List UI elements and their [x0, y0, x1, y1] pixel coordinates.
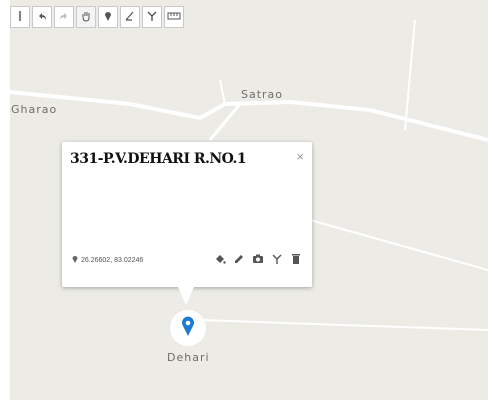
measure-button[interactable]: [164, 6, 184, 28]
popup-tail: [178, 287, 194, 305]
coordinates: 26.26602, 83.02246: [72, 255, 143, 265]
marker-icon: [103, 10, 113, 25]
place-label-gharao: Gharao: [11, 103, 58, 116]
location-marker[interactable]: [170, 310, 206, 346]
undo-icon: [36, 10, 48, 25]
coordinates-text: 26.26602, 83.02246: [81, 256, 144, 264]
road-4: [404, 19, 416, 131]
redo-button[interactable]: [54, 6, 74, 28]
map-toolbar: [10, 6, 184, 32]
popup-actions: [214, 252, 302, 270]
undo-button[interactable]: [32, 6, 52, 28]
place-label-satrao: Satrao: [241, 88, 284, 101]
delete-button[interactable]: [290, 252, 302, 270]
fill-color-button[interactable]: [214, 255, 226, 267]
map-pin-icon: [181, 316, 195, 341]
road-3: [219, 79, 226, 105]
info-popup: 331-P.V.DEHARI R.NO.1 × 26.26602, 83.022…: [62, 142, 312, 287]
route-icon: [271, 252, 283, 270]
location-pin-icon: [72, 255, 78, 265]
trash-icon: [291, 252, 301, 270]
route-icon: [146, 10, 158, 25]
add-route-button[interactable]: [142, 6, 162, 28]
popup-title: 331-P.V.DEHARI R.NO.1: [70, 151, 247, 167]
paint-bucket-icon: [214, 252, 226, 270]
redo-icon: [58, 10, 70, 25]
pencil-icon: [233, 252, 245, 270]
pan-left-button[interactable]: [10, 6, 30, 28]
place-label-dehari: Dehari: [167, 351, 210, 364]
add-marker-button[interactable]: [98, 6, 118, 28]
draw-icon: [124, 10, 136, 25]
road-6: [199, 319, 488, 331]
hand-pan-button[interactable]: [76, 6, 96, 28]
route-button[interactable]: [271, 252, 283, 270]
camera-button[interactable]: [252, 252, 264, 270]
edit-button[interactable]: [233, 255, 245, 267]
ruler-icon: [167, 10, 181, 24]
pan-left-icon: [16, 10, 24, 25]
road-5: [309, 219, 488, 271]
draw-line-button[interactable]: [120, 6, 140, 28]
camera-icon: [252, 252, 264, 270]
map-canvas[interactable]: Gharao Satrao Dehari 331-P.V.DEHARI R.NO…: [10, 0, 488, 400]
hand-icon: [80, 10, 92, 25]
close-icon[interactable]: ×: [296, 149, 304, 164]
